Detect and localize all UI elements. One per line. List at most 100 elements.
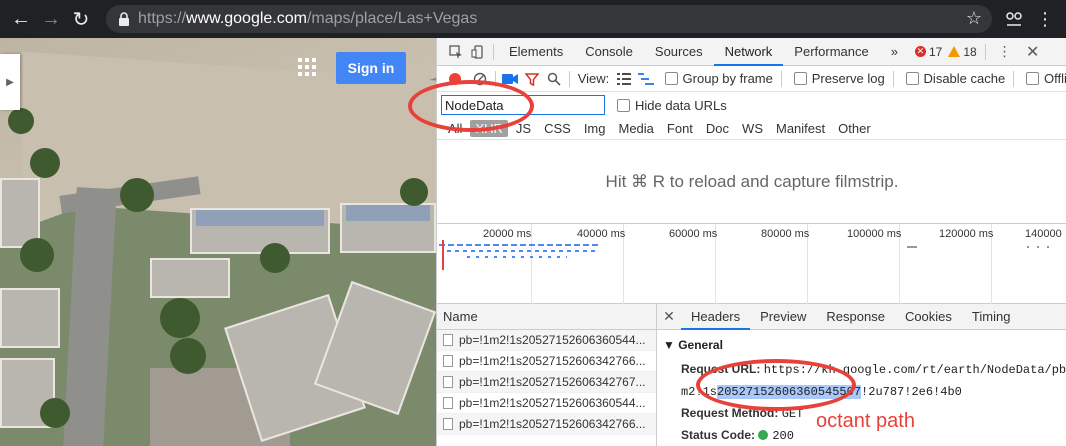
divider — [892, 70, 894, 87]
tab-timing[interactable]: Timing — [962, 304, 1021, 330]
timeline-request-bars — [467, 256, 567, 258]
side-panel-toggle[interactable]: ▶ — [0, 54, 20, 110]
map-view[interactable]: ▶ Sign in — [0, 38, 436, 446]
file-icon — [443, 376, 453, 388]
table-row[interactable]: pb=!1m2!1s20527152606342767... — [437, 372, 656, 393]
table-row[interactable]: pb=!1m2!1s20527152606342766... — [437, 414, 656, 435]
tab-performance[interactable]: Performance — [783, 38, 879, 66]
offline-label: Offli — [1044, 71, 1066, 86]
timeline-request-bars — [907, 246, 917, 248]
timeline-label: 60000 ms — [669, 228, 718, 240]
resource-type-filters: All XHR JS CSS Img Media Font Doc WS Man… — [437, 118, 1066, 140]
status-ok-icon — [758, 430, 769, 440]
name-column-header[interactable]: Name — [437, 304, 656, 330]
map-building — [150, 258, 230, 298]
type-filter-media[interactable]: Media — [613, 120, 658, 137]
type-filter-img[interactable]: Img — [579, 120, 611, 137]
table-row[interactable]: pb=!1m2!1s20527152606342766... — [437, 351, 656, 372]
devtools-tab-bar: Elements Console Sources Network Perform… — [437, 38, 1066, 66]
screenshot-root: ← → ↻ https://www.google.com/maps/place/… — [0, 0, 1066, 446]
hide-data-urls-label: Hide data URLs — [635, 97, 727, 113]
tab-network[interactable]: Network — [713, 38, 784, 66]
disable-cache-checkbox[interactable] — [905, 72, 919, 85]
map-tree — [160, 298, 200, 338]
inspect-element-icon[interactable] — [445, 41, 467, 63]
waterfall-view-icon[interactable] — [635, 68, 657, 90]
map-tree — [260, 243, 290, 273]
timeline-request-bars — [1027, 246, 1057, 248]
type-filter-css[interactable]: CSS — [539, 120, 576, 137]
view-label: View: — [577, 71, 610, 86]
devtools-menu-icon[interactable]: ⋮ — [994, 41, 1016, 63]
annotation-label: octant path — [816, 410, 915, 432]
reload-icon[interactable]: ↻ — [66, 4, 96, 34]
tab-preview[interactable]: Preview — [750, 304, 816, 330]
request-rows: pb=!1m2!1s20527152606360544... pb=!1m2!1… — [437, 330, 656, 435]
timeline-label: 140000 — [1025, 228, 1062, 240]
detail-tab-bar: ✕ Headers Preview Response Cookies Timin… — [657, 304, 1066, 330]
hide-data-urls-checkbox[interactable] — [617, 98, 630, 112]
annotation-ellipse-filter — [408, 80, 534, 132]
timeline-load-marker — [442, 240, 444, 270]
request-list: Name pb=!1m2!1s20527152606360544... pb=!… — [437, 304, 657, 446]
error-icon: ✕ — [914, 46, 926, 57]
divider — [493, 43, 494, 60]
error-count: 17 — [928, 44, 943, 59]
table-row[interactable]: pb=!1m2!1s20527152606360544... — [437, 393, 656, 414]
close-details-icon[interactable]: ✕ — [657, 308, 681, 325]
timeline-label: 120000 ms — [939, 228, 994, 240]
large-rows-icon[interactable] — [613, 68, 635, 90]
device-toolbar-icon[interactable] — [467, 41, 489, 63]
triangle-down-icon: ▼ — [663, 338, 679, 352]
search-icon[interactable] — [543, 68, 565, 90]
lock-icon — [119, 12, 129, 26]
tab-cookies[interactable]: Cookies — [895, 304, 962, 330]
tab-headers[interactable]: Headers — [681, 304, 751, 330]
type-filter-other[interactable]: Other — [833, 120, 876, 137]
tab-response[interactable]: Response — [816, 304, 895, 330]
tab-console[interactable]: Console — [574, 38, 644, 66]
bookmark-star-icon[interactable]: ☆ — [966, 8, 982, 29]
tab-elements[interactable]: Elements — [498, 38, 574, 66]
sign-in-button[interactable]: Sign in — [336, 52, 406, 84]
preserve-log-checkbox[interactable] — [793, 72, 807, 85]
map-tree — [30, 148, 60, 178]
type-filter-manifest[interactable]: Manifest — [771, 120, 830, 137]
disable-cache-label: Disable cache — [923, 71, 1006, 86]
browser-menu-icon[interactable]: ⋮ — [1034, 4, 1056, 34]
map-building — [0, 288, 60, 348]
error-counter[interactable]: ✕ 17 18 — [914, 44, 977, 59]
divider — [780, 70, 782, 87]
tab-sources[interactable]: Sources — [644, 38, 714, 66]
type-filter-font[interactable]: Font — [662, 120, 698, 137]
network-overview-timeline[interactable]: 20000 ms 40000 ms 60000 ms 80000 ms 1000… — [437, 224, 1066, 304]
type-filter-ws[interactable]: WS — [737, 120, 768, 137]
map-tree — [170, 338, 206, 374]
more-tabs-button[interactable]: » — [880, 38, 909, 66]
group-by-frame-checkbox[interactable] — [664, 72, 678, 85]
address-bar[interactable]: https://www.google.com/maps/place/Las+Ve… — [106, 5, 992, 33]
extension-icon[interactable] — [1000, 4, 1028, 34]
browser-toolbar: ← → ↻ https://www.google.com/maps/place/… — [0, 0, 1066, 38]
type-filter-doc[interactable]: Doc — [701, 120, 734, 137]
map-solar-roof — [346, 205, 430, 221]
filter-funnel-icon[interactable] — [521, 68, 543, 90]
file-icon — [443, 334, 453, 346]
divider — [1013, 70, 1015, 87]
divider — [984, 43, 986, 60]
group-by-frame-label: Group by frame — [682, 71, 773, 86]
map-tree — [120, 178, 154, 212]
offline-checkbox[interactable] — [1026, 72, 1040, 85]
timeline-label: 100000 ms — [847, 228, 902, 240]
file-icon — [443, 418, 453, 430]
back-arrow-icon[interactable]: ← — [6, 4, 36, 34]
general-section-toggle[interactable]: ▼ General — [663, 338, 1066, 352]
preserve-log-label: Preserve log — [811, 71, 885, 86]
forward-arrow-icon[interactable]: → — [36, 4, 66, 34]
apps-grid-icon[interactable] — [298, 58, 316, 76]
close-devtools-icon[interactable]: ✕ — [1022, 41, 1044, 63]
table-row[interactable]: pb=!1m2!1s20527152606360544... — [437, 330, 656, 351]
network-toolbar: View: Group by frame Preserve log Disabl… — [437, 66, 1066, 92]
timeline-request-bars — [439, 244, 599, 246]
map-tree — [40, 398, 70, 428]
